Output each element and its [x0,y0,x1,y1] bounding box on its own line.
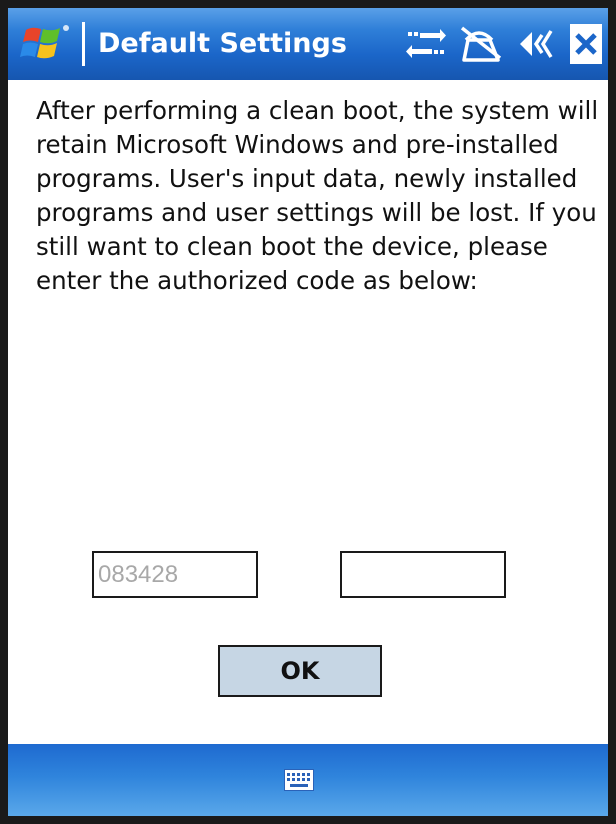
keyboard-icon[interactable] [284,769,314,791]
volume-icon[interactable] [518,26,558,62]
windows-start-icon[interactable] [20,22,72,66]
title-bar: Default Settings [8,8,608,80]
clean-boot-message: After performing a clean boot, the syste… [36,96,599,295]
connectivity-icon[interactable] [406,26,446,62]
bottom-menu-bar [8,744,608,816]
phone-off-icon[interactable] [460,26,504,62]
close-icon[interactable] [570,24,602,64]
ok-button[interactable]: OK [218,645,382,697]
device-screen: Default Settings After performing a clea… [0,0,616,824]
code-entry-field[interactable] [340,551,506,598]
title-separator [82,22,85,66]
window-title: Default Settings [98,28,347,59]
authorized-code-field [92,551,258,598]
